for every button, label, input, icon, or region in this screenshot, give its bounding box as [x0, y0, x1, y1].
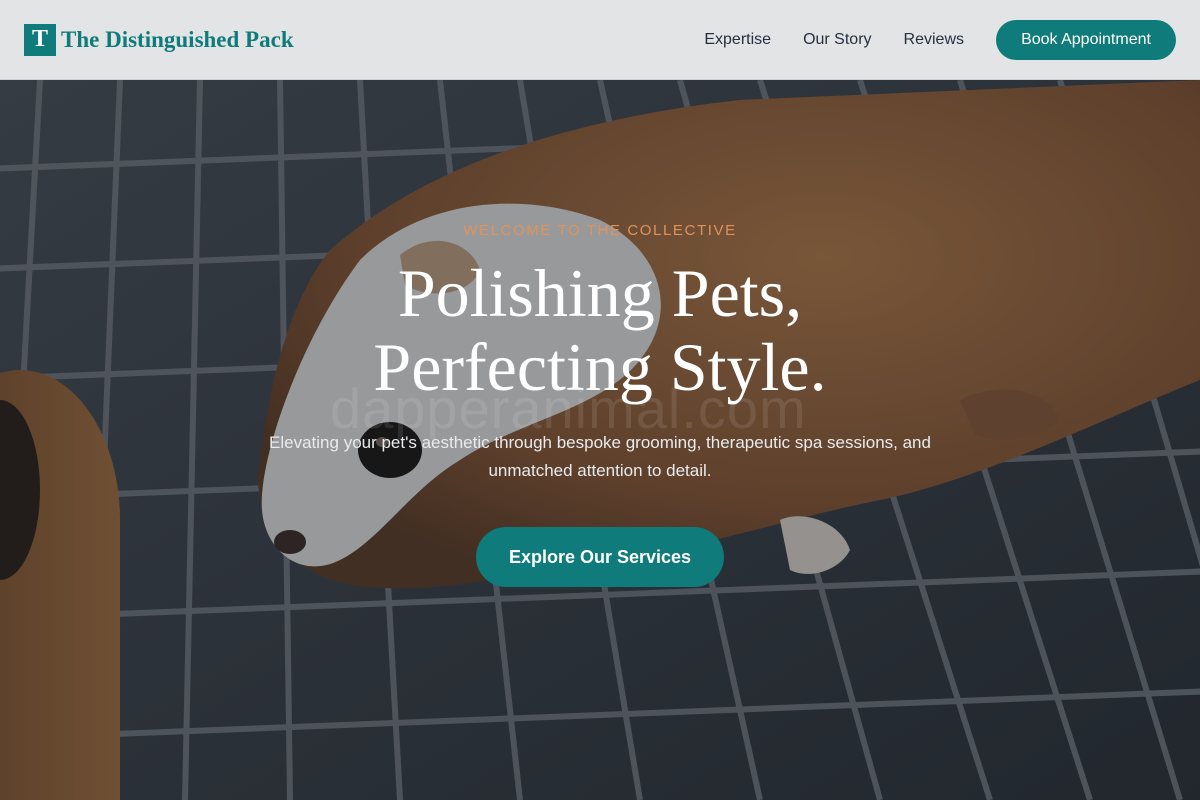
main-nav: Expertise Our Story Reviews Book Appoint…: [704, 19, 1176, 60]
nav-link-our-story[interactable]: Our Story: [803, 31, 871, 49]
brand-logo[interactable]: T The Distinguished Pack: [24, 23, 294, 56]
nav-link-expertise[interactable]: Expertise: [704, 31, 771, 49]
nav-link-reviews[interactable]: Reviews: [904, 31, 964, 49]
hero-headline: Polishing Pets, Perfecting Style.: [373, 256, 826, 404]
book-appointment-button[interactable]: Book Appointment: [996, 19, 1176, 60]
explore-services-button[interactable]: Explore Our Services: [476, 527, 724, 587]
hero-section: dapperanimal.com WELCOME TO THE COLLECTI…: [0, 80, 1200, 800]
hero-headline-line-1: Polishing Pets,: [397, 255, 803, 331]
brand-name: The Distinguished Pack: [61, 26, 294, 52]
logo-icon: T: [24, 23, 56, 56]
site-header: T The Distinguished Pack Expertise Our S…: [0, 0, 1200, 80]
hero-headline-line-2: Perfecting Style.: [373, 329, 827, 405]
hero-eyebrow: WELCOME TO THE COLLECTIVE: [463, 222, 737, 239]
hero-subtext: Elevating your pet's aesthetic through b…: [269, 433, 931, 480]
hero-content: WELCOME TO THE COLLECTIVE Polishing Pets…: [0, 80, 1200, 800]
